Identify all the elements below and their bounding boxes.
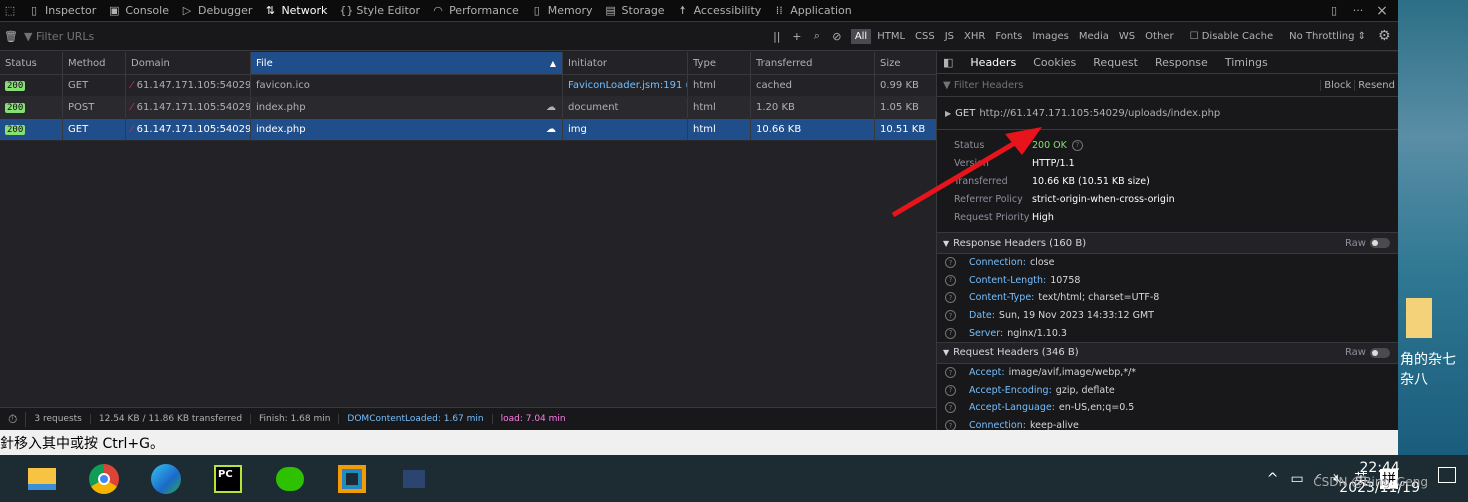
app-icon[interactable] (394, 459, 434, 499)
hint-bar: 針移入其中或按 Ctrl+G。 (0, 430, 1398, 455)
chrome-icon[interactable] (84, 459, 124, 499)
edge-icon[interactable] (146, 459, 186, 499)
folder-label[interactable]: 角的杂七杂八 (1400, 350, 1468, 390)
battery-icon[interactable]: ▭ (1291, 471, 1304, 487)
desktop-wallpaper: 角的杂七杂八 (1398, 0, 1468, 455)
chevron-up-icon[interactable]: ^ (1267, 471, 1279, 487)
folder-icon[interactable] (1406, 298, 1432, 338)
notification-icon[interactable] (1438, 467, 1456, 483)
hint-text: 針移入其中或按 Ctrl+G。 (0, 436, 164, 452)
file-explorer-icon[interactable] (22, 459, 62, 499)
taskbar: PC ^ ▭ ◜ 🔇︎ 英 拼 22:44 2023/11/19 CSDN @B… (0, 455, 1468, 502)
arrow-head (1005, 127, 1042, 155)
watermark: CSDN @Bing_Geng (1313, 475, 1428, 489)
annotation-arrow (891, 127, 1042, 218)
pycharm-icon[interactable]: PC (208, 459, 248, 499)
vmware-icon[interactable] (332, 459, 372, 499)
arrow-shaft (891, 137, 1022, 218)
wechat-icon[interactable] (270, 459, 310, 499)
